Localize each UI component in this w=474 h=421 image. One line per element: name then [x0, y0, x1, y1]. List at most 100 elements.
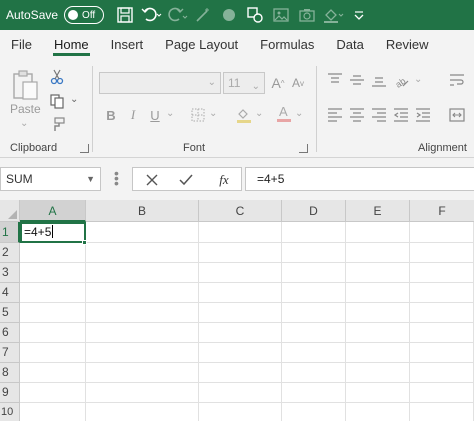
row-header-6[interactable]: 6	[0, 323, 20, 343]
cell-a2[interactable]	[20, 243, 86, 263]
cell-c3[interactable]	[199, 263, 282, 283]
fill-handle[interactable]	[82, 240, 87, 245]
cell-e7[interactable]	[346, 343, 410, 363]
paste-label[interactable]: Paste	[10, 102, 41, 116]
autosave-toggle[interactable]: Off	[64, 6, 105, 24]
enter-icon[interactable]	[177, 171, 195, 189]
increase-indent-icon[interactable]	[414, 106, 432, 124]
cell-d9[interactable]	[282, 383, 346, 403]
name-box-dropdown-icon[interactable]: ▼	[86, 168, 95, 190]
cell-f4[interactable]	[410, 283, 474, 303]
increase-font-icon[interactable]: A ^	[269, 74, 287, 92]
cell-d3[interactable]	[282, 263, 346, 283]
fill-color-icon[interactable]	[320, 0, 346, 30]
cell-a4[interactable]	[20, 283, 86, 303]
column-header-e[interactable]: E	[346, 200, 410, 222]
copy-dropdown-icon[interactable]: ⌄	[70, 94, 78, 105]
cell-d7[interactable]	[282, 343, 346, 363]
orientation-dropdown-icon[interactable]: ⌄	[414, 74, 422, 85]
top-align-icon[interactable]	[326, 72, 344, 88]
underline-dropdown-icon[interactable]: ⌄	[166, 108, 174, 119]
format-painter-icon[interactable]	[48, 116, 66, 134]
customize-qat-icon[interactable]	[346, 0, 372, 30]
tab-home[interactable]: Home	[43, 30, 100, 60]
fill-color-dropdown-icon[interactable]: ⌄	[255, 108, 263, 119]
save-icon[interactable]	[112, 0, 138, 30]
camera-icon[interactable]	[294, 0, 320, 30]
bold-icon[interactable]: B	[103, 106, 119, 124]
font-name-select[interactable]: ⌄	[99, 72, 221, 94]
cell-b5[interactable]	[86, 303, 199, 323]
cell-b8[interactable]	[86, 363, 199, 383]
italic-icon[interactable]: I	[125, 106, 141, 124]
cell-e3[interactable]	[346, 263, 410, 283]
cell-f9[interactable]	[410, 383, 474, 403]
shapes-icon[interactable]	[242, 0, 268, 30]
cell-e1[interactable]	[346, 222, 410, 243]
cell-c10[interactable]	[199, 403, 282, 421]
merge-center-icon[interactable]	[448, 106, 466, 124]
underline-icon[interactable]: U	[147, 106, 163, 124]
middle-align-icon[interactable]	[348, 72, 366, 88]
formula-bar-grip-icon[interactable]: • • •	[114, 166, 119, 190]
cell-f8[interactable]	[410, 363, 474, 383]
cell-d6[interactable]	[282, 323, 346, 343]
cell-c5[interactable]	[199, 303, 282, 323]
tab-insert[interactable]: Insert	[100, 30, 155, 60]
wrap-text-icon[interactable]	[448, 72, 466, 88]
cell-d10[interactable]	[282, 403, 346, 421]
cell-e9[interactable]	[346, 383, 410, 403]
cell-d2[interactable]	[282, 243, 346, 263]
paste-icon[interactable]	[8, 68, 42, 102]
decrease-font-icon[interactable]: Av	[289, 74, 307, 92]
borders-icon[interactable]	[189, 106, 207, 124]
row-header-8[interactable]: 8	[0, 363, 20, 383]
cell-f1[interactable]	[410, 222, 474, 243]
cell-f5[interactable]	[410, 303, 474, 323]
undo-icon[interactable]	[138, 0, 164, 30]
cell-c6[interactable]	[199, 323, 282, 343]
cell-d5[interactable]	[282, 303, 346, 323]
cell-b3[interactable]	[86, 263, 199, 283]
cell-c7[interactable]	[199, 343, 282, 363]
cell-a10[interactable]	[20, 403, 86, 421]
column-header-d[interactable]: D	[282, 200, 346, 222]
column-header-c[interactable]: C	[199, 200, 282, 222]
cut-icon[interactable]	[48, 68, 66, 86]
cancel-icon[interactable]	[143, 171, 161, 189]
cell-d1[interactable]	[282, 222, 346, 243]
bottom-align-icon[interactable]	[370, 72, 388, 88]
select-all-button[interactable]	[0, 200, 20, 222]
cell-d4[interactable]	[282, 283, 346, 303]
cell-e4[interactable]	[346, 283, 410, 303]
cell-e6[interactable]	[346, 323, 410, 343]
cell-b6[interactable]	[86, 323, 199, 343]
cell-c2[interactable]	[199, 243, 282, 263]
row-header-5[interactable]: 5	[0, 303, 20, 323]
cell-a8[interactable]	[20, 363, 86, 383]
cell-d8[interactable]	[282, 363, 346, 383]
cell-b2[interactable]	[86, 243, 199, 263]
cell-f3[interactable]	[410, 263, 474, 283]
cell-c8[interactable]	[199, 363, 282, 383]
font-color-dropdown-icon[interactable]: ⌄	[295, 108, 303, 119]
record-icon[interactable]	[216, 0, 242, 30]
cell-a5[interactable]	[20, 303, 86, 323]
font-size-select[interactable]: 11 ⌄	[223, 72, 265, 94]
cell-f2[interactable]	[410, 243, 474, 263]
borders-dropdown-icon[interactable]: ⌄	[209, 108, 217, 119]
orientation-icon[interactable]: ab	[392, 72, 410, 88]
cell-e8[interactable]	[346, 363, 410, 383]
column-header-b[interactable]: B	[86, 200, 199, 222]
fill-color-ribbon-icon[interactable]	[235, 106, 253, 124]
copy-icon[interactable]	[48, 92, 66, 110]
cell-c1[interactable]	[199, 222, 282, 243]
cell-c4[interactable]	[199, 283, 282, 303]
insert-function-icon[interactable]: fx	[213, 171, 235, 189]
paste-dropdown-icon[interactable]: ⌄	[20, 118, 28, 129]
row-header-2[interactable]: 2	[0, 243, 20, 263]
row-header-10[interactable]: 10	[0, 403, 20, 421]
column-header-a[interactable]: A	[20, 200, 86, 222]
active-cell[interactable]: =4+5	[20, 222, 86, 243]
tab-file[interactable]: File	[0, 30, 43, 60]
